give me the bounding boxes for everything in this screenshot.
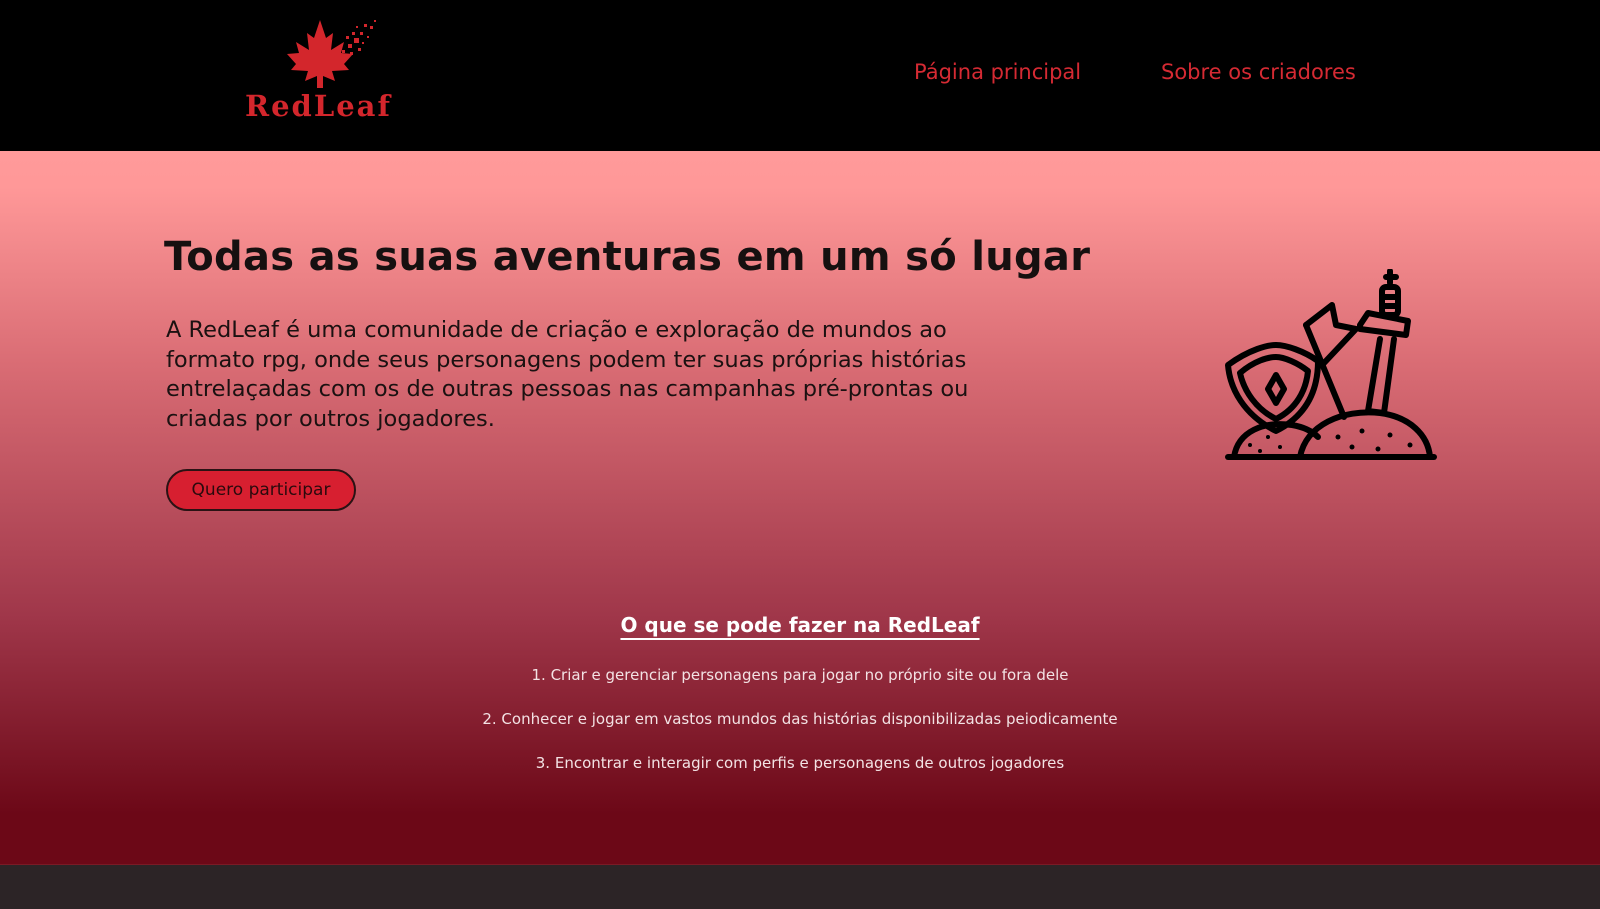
features-title: O que se pode fazer na RedLeaf xyxy=(0,613,1600,637)
shield-sword-flag-icon xyxy=(1220,268,1440,469)
features-list: 1. Criar e gerenciar personagens para jo… xyxy=(0,665,1600,797)
feature-item: 3. Encontrar e interagir com perfis e pe… xyxy=(535,754,1065,772)
logo-text: RedLeaf xyxy=(245,89,392,123)
join-button[interactable]: Quero participar xyxy=(166,469,356,511)
hero-title: Todas as suas aventuras em um só lugar xyxy=(164,234,1091,280)
logo[interactable]: RedLeaf xyxy=(240,12,400,124)
maple-leaf-icon xyxy=(287,20,376,88)
feature-item: 1. Criar e gerenciar personagens para jo… xyxy=(531,666,1069,684)
hero-section: Todas as suas aventuras em um só lugar A… xyxy=(0,151,1600,864)
hero-description: A RedLeaf é uma comunidade de criação e … xyxy=(166,317,969,432)
nav-link-home[interactable]: Página principal xyxy=(914,60,1081,84)
nav-link-about-creators[interactable]: Sobre os criadores xyxy=(1161,60,1356,84)
feature-item: 2. Conhecer e jogar em vastos mundos das… xyxy=(482,710,1118,728)
features-title-text: O que se pode fazer na RedLeaf xyxy=(620,613,980,637)
site-footer xyxy=(0,864,1600,909)
site-header: RedLeaf Página principal Sobre os criado… xyxy=(0,0,1600,151)
